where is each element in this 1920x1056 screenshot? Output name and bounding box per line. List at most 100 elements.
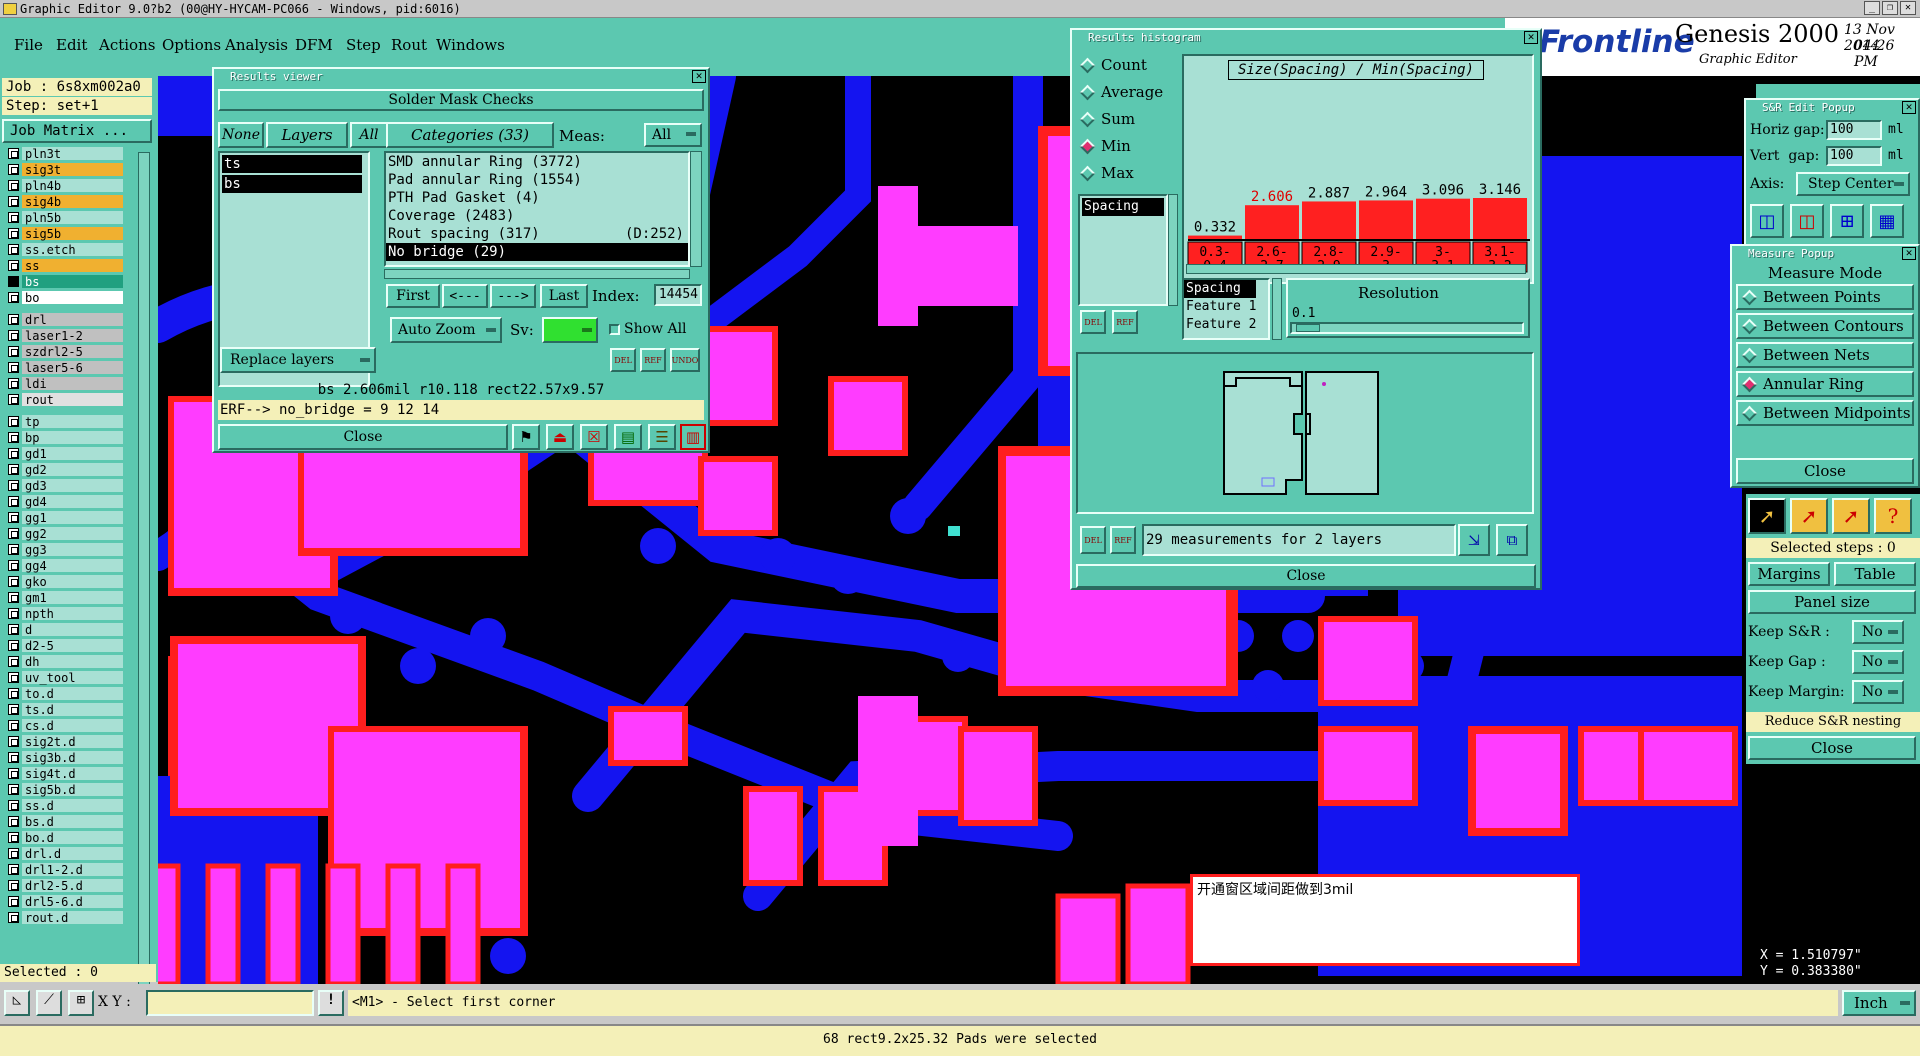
layer-name[interactable]: tp (22, 414, 123, 429)
close-button[interactable]: Close (1748, 736, 1916, 760)
layer-row[interactable]: cs.d (8, 718, 123, 733)
layer-checkbox[interactable] (8, 655, 19, 667)
layer-name[interactable]: laser1-2 (22, 328, 123, 343)
layer-row[interactable]: sig5b.d (8, 782, 123, 797)
layer-name[interactable]: rout (22, 392, 123, 407)
layer-checkbox[interactable] (8, 415, 19, 427)
menu-options[interactable]: Options (162, 36, 221, 54)
mode-between-points[interactable]: Between Points (1736, 284, 1914, 310)
axis-dropdown[interactable]: Step Center (1796, 172, 1910, 196)
chart-hscrollbar[interactable] (1186, 264, 1526, 274)
category-item[interactable]: Pad annular Ring (1554) (386, 171, 688, 189)
layer-checkbox[interactable] (8, 895, 19, 907)
layer-checkbox[interactable] (8, 495, 19, 507)
layer-checkbox[interactable] (8, 243, 19, 255)
layer-row[interactable]: drl1-2.d (8, 862, 123, 877)
radio-max[interactable]: Max (1079, 164, 1134, 182)
layer-name[interactable]: szdrl2-5 (22, 344, 123, 359)
measure-type-list[interactable]: Spacing (1078, 194, 1168, 306)
category-item[interactable]: SMD annular Ring (3772) (386, 153, 688, 171)
layer-name[interactable]: gd2 (22, 462, 123, 477)
grid-icon[interactable]: ⊞ (68, 990, 94, 1016)
layer-row[interactable]: sig5b (8, 226, 123, 241)
layer-name[interactable]: drl5-6.d (22, 894, 123, 909)
feature-item[interactable]: Feature 2 (1184, 316, 1268, 334)
layer-checkbox[interactable] (8, 847, 19, 859)
category-item-selected[interactable]: No bridge (29) (386, 243, 688, 261)
layer-name[interactable]: gg4 (22, 558, 123, 573)
layer-name[interactable]: gg1 (22, 510, 123, 525)
layer-row[interactable]: pln5b (8, 210, 123, 225)
layer-checkbox[interactable] (8, 361, 19, 373)
layer-row[interactable]: gg2 (8, 526, 123, 541)
layer-name[interactable]: sig3b.d (22, 750, 123, 765)
pointer-tool-icon[interactable]: ➚ (1748, 498, 1786, 534)
menu-step[interactable]: Step (346, 36, 381, 54)
layer-row[interactable]: sig4t.d (8, 766, 123, 781)
last-button[interactable]: Last (540, 284, 588, 308)
notes-icon[interactable]: ☰ (648, 424, 676, 450)
layer-scrollbar[interactable] (138, 152, 150, 1032)
layer-row[interactable]: ldi (8, 376, 123, 391)
radio-average[interactable]: Average (1079, 83, 1163, 101)
layer-row[interactable]: pln4b (8, 178, 123, 193)
layer-checkbox[interactable] (8, 703, 19, 715)
keep-sr-dropdown[interactable]: No (1852, 620, 1904, 644)
layer-name[interactable]: rout.d (22, 910, 123, 925)
resolution-slider[interactable] (1290, 322, 1524, 334)
minimize-icon[interactable]: _ (1864, 1, 1880, 15)
layer-checkbox[interactable] (8, 195, 19, 207)
layer-checkbox[interactable] (8, 607, 19, 619)
layer-item[interactable]: ts (222, 155, 362, 173)
report-icon[interactable]: ▤ (614, 424, 642, 450)
layer-row[interactable]: rout.d (8, 910, 123, 925)
category-item[interactable]: PTH Pad Gasket (4) (386, 189, 688, 207)
layer-row[interactable]: gg1 (8, 510, 123, 525)
layer-checkbox[interactable] (8, 377, 19, 389)
layer-checkbox[interactable] (8, 799, 19, 811)
slider-handle[interactable] (1296, 324, 1320, 332)
layer-name[interactable]: gg3 (22, 542, 123, 557)
categories-button[interactable]: Categories (33) (386, 122, 554, 148)
layer-name[interactable]: bp (22, 430, 123, 445)
feature-list[interactable]: Spacing Feature 1 Feature 2 (1182, 278, 1270, 340)
layer-name[interactable]: ldi (22, 376, 123, 391)
list-item[interactable]: Spacing (1082, 198, 1164, 216)
layer-name[interactable]: d2-5 (22, 638, 123, 653)
keep-gap-dropdown[interactable]: No (1852, 650, 1904, 674)
histogram-bar[interactable] (1416, 198, 1470, 240)
layer-checkbox[interactable] (8, 163, 19, 175)
categories-listbox[interactable]: SMD annular Ring (3772) Pad annular Ring… (384, 151, 690, 267)
layer-checkbox[interactable] (8, 227, 19, 239)
layer-name[interactable]: drl (22, 312, 123, 327)
layer-checkbox[interactable] (8, 735, 19, 747)
menu-edit[interactable]: Edit (56, 36, 87, 54)
layer-checkbox[interactable] (8, 179, 19, 191)
close-icon[interactable]: ✕ (1524, 31, 1538, 44)
snap-icon[interactable]: ◺ (4, 990, 30, 1016)
first-button[interactable]: First (386, 284, 440, 308)
feature-scrollbar[interactable] (1272, 278, 1282, 340)
select-tool-icon[interactable]: ➚ (1790, 498, 1828, 534)
layer-name[interactable]: bo.d (22, 830, 123, 845)
layer-row[interactable]: laser5-6 (8, 360, 123, 375)
layer-name[interactable]: drl1-2.d (22, 862, 123, 877)
layer-name[interactable]: gg2 (22, 526, 123, 541)
close-button[interactable]: Close (1736, 458, 1914, 484)
radio-sum[interactable]: Sum (1079, 110, 1135, 128)
measure-icon[interactable]: ⟋ (36, 990, 62, 1016)
prev-button[interactable]: <--- (442, 284, 488, 308)
layer-checkbox[interactable] (8, 559, 19, 571)
layer-checkbox[interactable] (8, 479, 19, 491)
layer-row[interactable]: ts.d (8, 702, 123, 717)
layer-name[interactable]: uv_tool (22, 670, 123, 685)
layer-row[interactable]: gko (8, 574, 123, 589)
grid-2-icon[interactable]: ◫ (1750, 204, 1784, 238)
layer-row[interactable]: gd3 (8, 478, 123, 493)
radio-min[interactable]: Min (1079, 137, 1131, 155)
layer-checkbox[interactable] (8, 329, 19, 341)
categories-hscrollbar[interactable] (384, 269, 690, 279)
layer-name[interactable]: gko (22, 574, 123, 589)
layer-checkbox[interactable] (8, 879, 19, 891)
units-dropdown[interactable]: Inch (1842, 990, 1916, 1016)
